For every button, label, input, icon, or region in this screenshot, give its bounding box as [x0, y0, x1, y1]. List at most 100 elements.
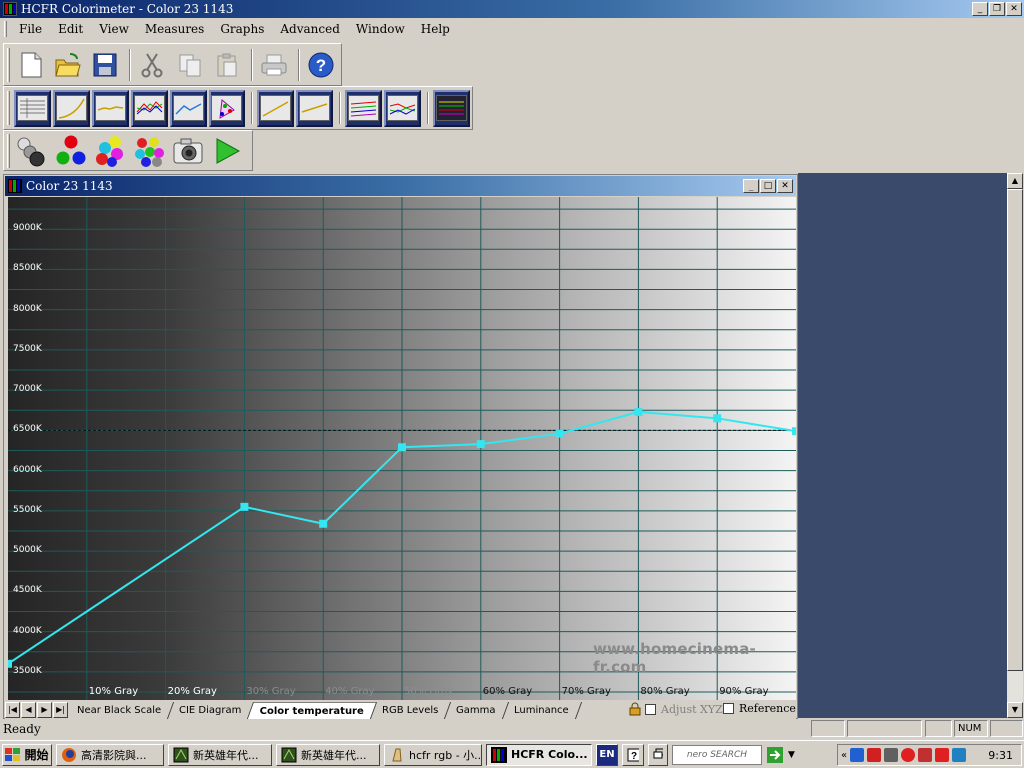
dropdown-arrow-icon[interactable]: ▼ — [788, 750, 795, 760]
display-icon[interactable] — [952, 748, 967, 762]
nero-search-box[interactable]: nero SEARCH — [672, 744, 762, 765]
doc-minimize-button[interactable]: _ — [743, 179, 759, 193]
measure-secondaries-button[interactable] — [92, 133, 128, 169]
graph-button-measures[interactable] — [14, 89, 51, 127]
search-go-icon[interactable] — [766, 746, 784, 764]
app-title-bar[interactable]: HCFR Colorimeter - Color 23 1143 _ ❐ ✕ — [0, 0, 1024, 18]
windows-logo-icon — [5, 747, 21, 761]
graph-button-saturation-shift[interactable] — [384, 89, 422, 127]
start-button[interactable]: 開始 — [2, 743, 52, 766]
minimize-button[interactable]: _ — [972, 2, 988, 16]
tab-near-black-scale[interactable]: Near Black Scale — [64, 701, 175, 719]
tab-next-icon[interactable]: ▶ — [37, 702, 52, 718]
data-point[interactable] — [792, 427, 796, 436]
tab-gamma[interactable]: Gamma — [443, 701, 509, 719]
continuous-measure-button[interactable] — [209, 133, 245, 169]
measure-primaries-button[interactable] — [53, 133, 89, 169]
graph-button-rgb-levels[interactable] — [130, 89, 168, 127]
ati-icon[interactable] — [935, 748, 950, 762]
menu-window[interactable]: Window — [348, 22, 413, 36]
scroll-up-arrow-icon[interactable]: ▲ — [1007, 173, 1023, 189]
save-button[interactable] — [88, 47, 122, 83]
graph-button-near-black[interactable] — [257, 89, 295, 127]
adjust-xyz-checkbox[interactable]: Adjust XYZ — [628, 702, 723, 716]
toolbar-grip[interactable] — [7, 91, 10, 125]
print-button[interactable] — [257, 47, 291, 83]
color-temperature-chart[interactable]: 3500K 4000K 4500K 5000K 5500K 6000K 6500K 7000K… — [8, 197, 796, 700]
measure-all-colors-button[interactable] — [131, 133, 167, 169]
graph-button-gamma[interactable] — [91, 89, 129, 127]
network-icon[interactable] — [850, 748, 865, 762]
menu-graphs[interactable]: Graphs — [212, 22, 272, 36]
app-title: HCFR Colorimeter - Color 23 1143 — [21, 2, 234, 16]
menu-view[interactable]: View — [91, 22, 137, 36]
open-file-button[interactable] — [51, 47, 85, 83]
graph-button-luminance[interactable] — [52, 89, 90, 127]
tab-prev-icon[interactable]: ◀ — [21, 702, 36, 718]
graph-button-cie-diagram[interactable] — [208, 89, 246, 127]
doc-close-button[interactable]: ✕ — [777, 179, 793, 193]
y-tick-label: 7000K — [13, 384, 42, 395]
tab-rgb-levels[interactable]: RGB Levels — [369, 701, 452, 719]
toolbar-grip[interactable] — [7, 133, 10, 168]
data-point[interactable] — [8, 659, 12, 668]
document-title-bar[interactable]: Color 23 1143 _ □ ✕ — [5, 176, 796, 196]
tab-luminance[interactable]: Luminance — [501, 701, 582, 719]
task-paint[interactable]: hcfr rgb - 小... — [384, 743, 482, 766]
tab-color-temperature[interactable]: Color temperature — [247, 701, 377, 719]
graph-button-near-white[interactable] — [296, 89, 334, 127]
task-game-1[interactable]: 新英雄年代... — [168, 743, 272, 766]
measure-grayscale-button[interactable] — [14, 133, 50, 169]
task-hcfr[interactable]: HCFR Colo... — [486, 743, 592, 766]
num-lock-indicator: NUM — [954, 720, 988, 737]
document-title: Color 23 1143 — [26, 179, 113, 193]
data-point[interactable] — [713, 414, 722, 423]
scroll-thumb[interactable] — [1007, 189, 1023, 671]
tab-cie-diagram[interactable]: CIE Diagram — [167, 701, 255, 719]
measure-single-button[interactable] — [170, 133, 206, 169]
acrobat-icon[interactable] — [867, 748, 882, 762]
scroll-down-arrow-icon[interactable]: ▼ — [1007, 702, 1023, 718]
help-button[interactable]: ? — [304, 47, 338, 83]
shield-icon[interactable] — [918, 748, 933, 762]
ime-options-button[interactable] — [648, 743, 668, 766]
paste-button[interactable] — [210, 47, 244, 83]
data-point[interactable] — [634, 407, 643, 416]
data-point[interactable] — [476, 440, 485, 449]
vertical-scrollbar[interactable]: ▲ ▼ — [1007, 173, 1023, 718]
reference-checkbox[interactable]: Reference — [723, 702, 796, 715]
menubar-grip[interactable] — [4, 21, 7, 37]
toolbar-grip[interactable] — [7, 47, 10, 82]
task-game-2[interactable]: 新英雄年代... — [276, 743, 380, 766]
new-file-button[interactable] — [14, 47, 48, 83]
close-button[interactable]: ✕ — [1006, 2, 1022, 16]
menu-file[interactable]: File — [11, 22, 50, 36]
volume-icon[interactable] — [884, 748, 899, 762]
data-point[interactable] — [398, 443, 406, 452]
document-app-icon[interactable] — [8, 179, 22, 193]
tray-expand-icon[interactable]: « — [841, 750, 847, 761]
ime-help-button[interactable]: ? — [622, 743, 644, 766]
task-browser[interactable]: 高清影院與... — [56, 743, 164, 766]
graph-button-color-temperature[interactable] — [169, 89, 207, 127]
menu-advanced[interactable]: Advanced — [272, 22, 348, 36]
cut-button[interactable] — [135, 47, 169, 83]
data-point[interactable] — [240, 502, 249, 511]
adjust-xyz-box[interactable] — [645, 703, 656, 715]
restore-button[interactable]: ❐ — [989, 2, 1005, 16]
reference-box[interactable] — [723, 703, 734, 714]
hcfr-app-icon[interactable] — [3, 2, 17, 16]
tab-first-icon[interactable]: |◀ — [5, 702, 20, 718]
copy-button[interactable] — [172, 47, 206, 83]
antivirus-icon[interactable] — [901, 748, 916, 762]
data-point[interactable] — [555, 429, 564, 438]
menu-measures[interactable]: Measures — [137, 22, 212, 36]
graph-button-saturation-luminance[interactable] — [345, 89, 383, 127]
status-pane-2 — [847, 720, 922, 737]
graph-button-color-comparator[interactable] — [433, 89, 470, 127]
menu-edit[interactable]: Edit — [50, 22, 91, 36]
language-indicator[interactable]: EN — [596, 743, 618, 766]
data-point[interactable] — [319, 519, 328, 528]
menu-help[interactable]: Help — [413, 22, 458, 36]
doc-maximize-button[interactable]: □ — [760, 179, 776, 193]
